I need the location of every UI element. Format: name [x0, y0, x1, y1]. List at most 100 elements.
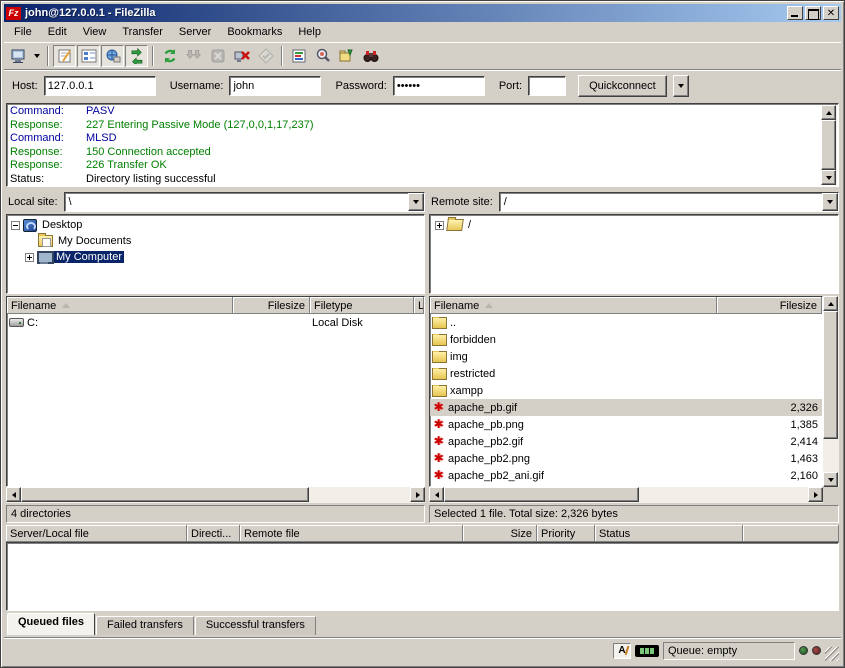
local-horizontal-scrollbar[interactable]	[6, 487, 425, 503]
local-site-dropdown-button[interactable]	[408, 193, 424, 211]
remote-vertical-scrollbar[interactable]	[823, 296, 839, 487]
remote-tree: /	[429, 214, 839, 294]
toggle-local-tree-button[interactable]	[77, 45, 100, 67]
refresh-icon	[162, 48, 178, 64]
log-vertical-scrollbar[interactable]	[821, 105, 837, 185]
remote-file-row[interactable]: apache_pb2_ani.gif 2,160	[430, 467, 822, 484]
remote-file-row[interactable]: restricted	[430, 365, 822, 382]
transfer-type-ascii-icon[interactable]: A	[613, 643, 631, 659]
scroll-up-button[interactable]	[821, 105, 836, 120]
sort-ascending-icon	[62, 303, 70, 308]
maximize-button[interactable]	[805, 6, 821, 20]
column-last-modified[interactable]: L	[414, 297, 424, 314]
menu-view[interactable]: View	[75, 24, 115, 40]
resize-grip[interactable]	[825, 647, 839, 661]
remote-site-dropdown-button[interactable]	[822, 193, 838, 211]
tree-item-root[interactable]: /	[430, 217, 838, 233]
local-site-label: Local site:	[6, 196, 60, 208]
log-lines: Command:PASV Response:227 Entering Passi…	[7, 104, 838, 186]
menu-file[interactable]: File	[6, 24, 40, 40]
tab-successful-transfers[interactable]: Successful transfers	[195, 616, 316, 635]
tab-failed-transfers[interactable]: Failed transfers	[96, 616, 194, 635]
site-manager-dropdown-button[interactable]	[30, 45, 43, 67]
close-button[interactable]	[823, 6, 839, 20]
title-bar[interactable]: john@127.0.0.1 - FileZilla	[4, 4, 841, 22]
indicator-badge-icon[interactable]	[635, 645, 659, 657]
column-filesize[interactable]: Filesize	[233, 297, 310, 314]
menu-bookmarks[interactable]: Bookmarks	[219, 24, 290, 40]
menu-edit[interactable]: Edit	[40, 24, 75, 40]
username-input[interactable]	[229, 76, 321, 96]
scrollbar-thumb[interactable]	[823, 311, 838, 439]
scroll-down-button[interactable]	[823, 472, 838, 487]
remote-horizontal-scrollbar[interactable]	[429, 487, 823, 503]
scroll-up-button[interactable]	[823, 296, 838, 311]
folder-icon	[432, 385, 447, 397]
scrollbar-thumb[interactable]	[444, 487, 639, 502]
quickconnect-button[interactable]: Quickconnect	[578, 75, 667, 97]
remote-file-row[interactable]: ..	[430, 314, 822, 331]
scroll-left-button[interactable]	[6, 487, 21, 502]
remote-file-row-selected[interactable]: apache_pb.gif 2,326	[430, 399, 822, 416]
remote-file-row[interactable]: apache_pb.png 1,385	[430, 416, 822, 433]
toggle-queue-button[interactable]	[125, 45, 148, 67]
port-label: Port:	[499, 80, 522, 92]
tree-item-my-documents[interactable]: My Documents	[7, 233, 424, 249]
collapse-icon[interactable]	[11, 221, 20, 230]
host-input[interactable]	[44, 76, 156, 96]
tab-queued-files[interactable]: Queued files	[7, 613, 95, 635]
transfer-queue: Server/Local file Directi... Remote file…	[6, 525, 839, 611]
minimize-button[interactable]	[787, 6, 803, 20]
menu-server[interactable]: Server	[171, 24, 219, 40]
local-site-combo[interactable]: \	[64, 192, 425, 212]
port-input[interactable]	[528, 76, 566, 96]
remote-file-row[interactable]: xampp	[430, 382, 822, 399]
process-queue-button[interactable]	[182, 45, 205, 67]
filter-button[interactable]	[287, 45, 310, 67]
password-input[interactable]	[393, 76, 485, 96]
site-manager-button[interactable]	[6, 45, 29, 67]
column-status[interactable]: Status	[595, 525, 743, 542]
cancel-operation-button[interactable]	[206, 45, 229, 67]
menu-help[interactable]: Help	[290, 24, 329, 40]
remote-file-row[interactable]: apache_pb2.png 1,463	[430, 450, 822, 467]
column-filename[interactable]: Filename	[7, 297, 233, 314]
scroll-left-button[interactable]	[429, 487, 444, 502]
local-file-row[interactable]: C: Local Disk	[7, 314, 424, 331]
menu-transfer[interactable]: Transfer	[114, 24, 171, 40]
image-file-icon	[432, 418, 445, 431]
remote-file-row[interactable]: apache_pb2.gif 2,414	[430, 433, 822, 450]
scroll-down-button[interactable]	[821, 170, 836, 185]
scroll-right-button[interactable]	[808, 487, 823, 502]
scrollbar-thumb[interactable]	[821, 120, 836, 170]
column-priority[interactable]: Priority	[537, 525, 595, 542]
column-filename[interactable]: Filename	[430, 297, 717, 314]
compare-button[interactable]	[311, 45, 334, 67]
column-server-local-file[interactable]: Server/Local file	[6, 525, 187, 542]
remote-file-row[interactable]: forbidden	[430, 331, 822, 348]
column-remote-file[interactable]: Remote file	[240, 525, 463, 542]
queue-body[interactable]	[6, 542, 839, 611]
find-files-button[interactable]	[359, 45, 382, 67]
scroll-right-button[interactable]	[410, 487, 425, 502]
toggle-log-button[interactable]	[53, 45, 76, 67]
quickconnect-dropdown-button[interactable]	[673, 75, 689, 97]
toggle-remote-tree-button[interactable]	[101, 45, 124, 67]
scrollbar-thumb[interactable]	[21, 487, 309, 502]
disconnect-button[interactable]	[230, 45, 253, 67]
tree-item-desktop[interactable]: Desktop	[7, 217, 424, 233]
column-size[interactable]: Size	[463, 525, 537, 542]
expand-icon[interactable]	[25, 253, 34, 262]
expand-icon[interactable]	[435, 221, 444, 230]
password-label: Password:	[335, 80, 386, 92]
column-filetype[interactable]: Filetype	[310, 297, 414, 314]
refresh-button[interactable]	[158, 45, 181, 67]
reconnect-button[interactable]	[254, 45, 277, 67]
column-direction[interactable]: Directi...	[187, 525, 240, 542]
tree-item-my-computer[interactable]: My Computer	[7, 249, 424, 265]
remote-site-combo[interactable]: /	[499, 192, 839, 212]
sync-browsing-button[interactable]	[335, 45, 358, 67]
my-documents-icon	[38, 235, 53, 247]
column-filesize[interactable]: Filesize	[717, 297, 822, 314]
remote-file-row[interactable]: img	[430, 348, 822, 365]
